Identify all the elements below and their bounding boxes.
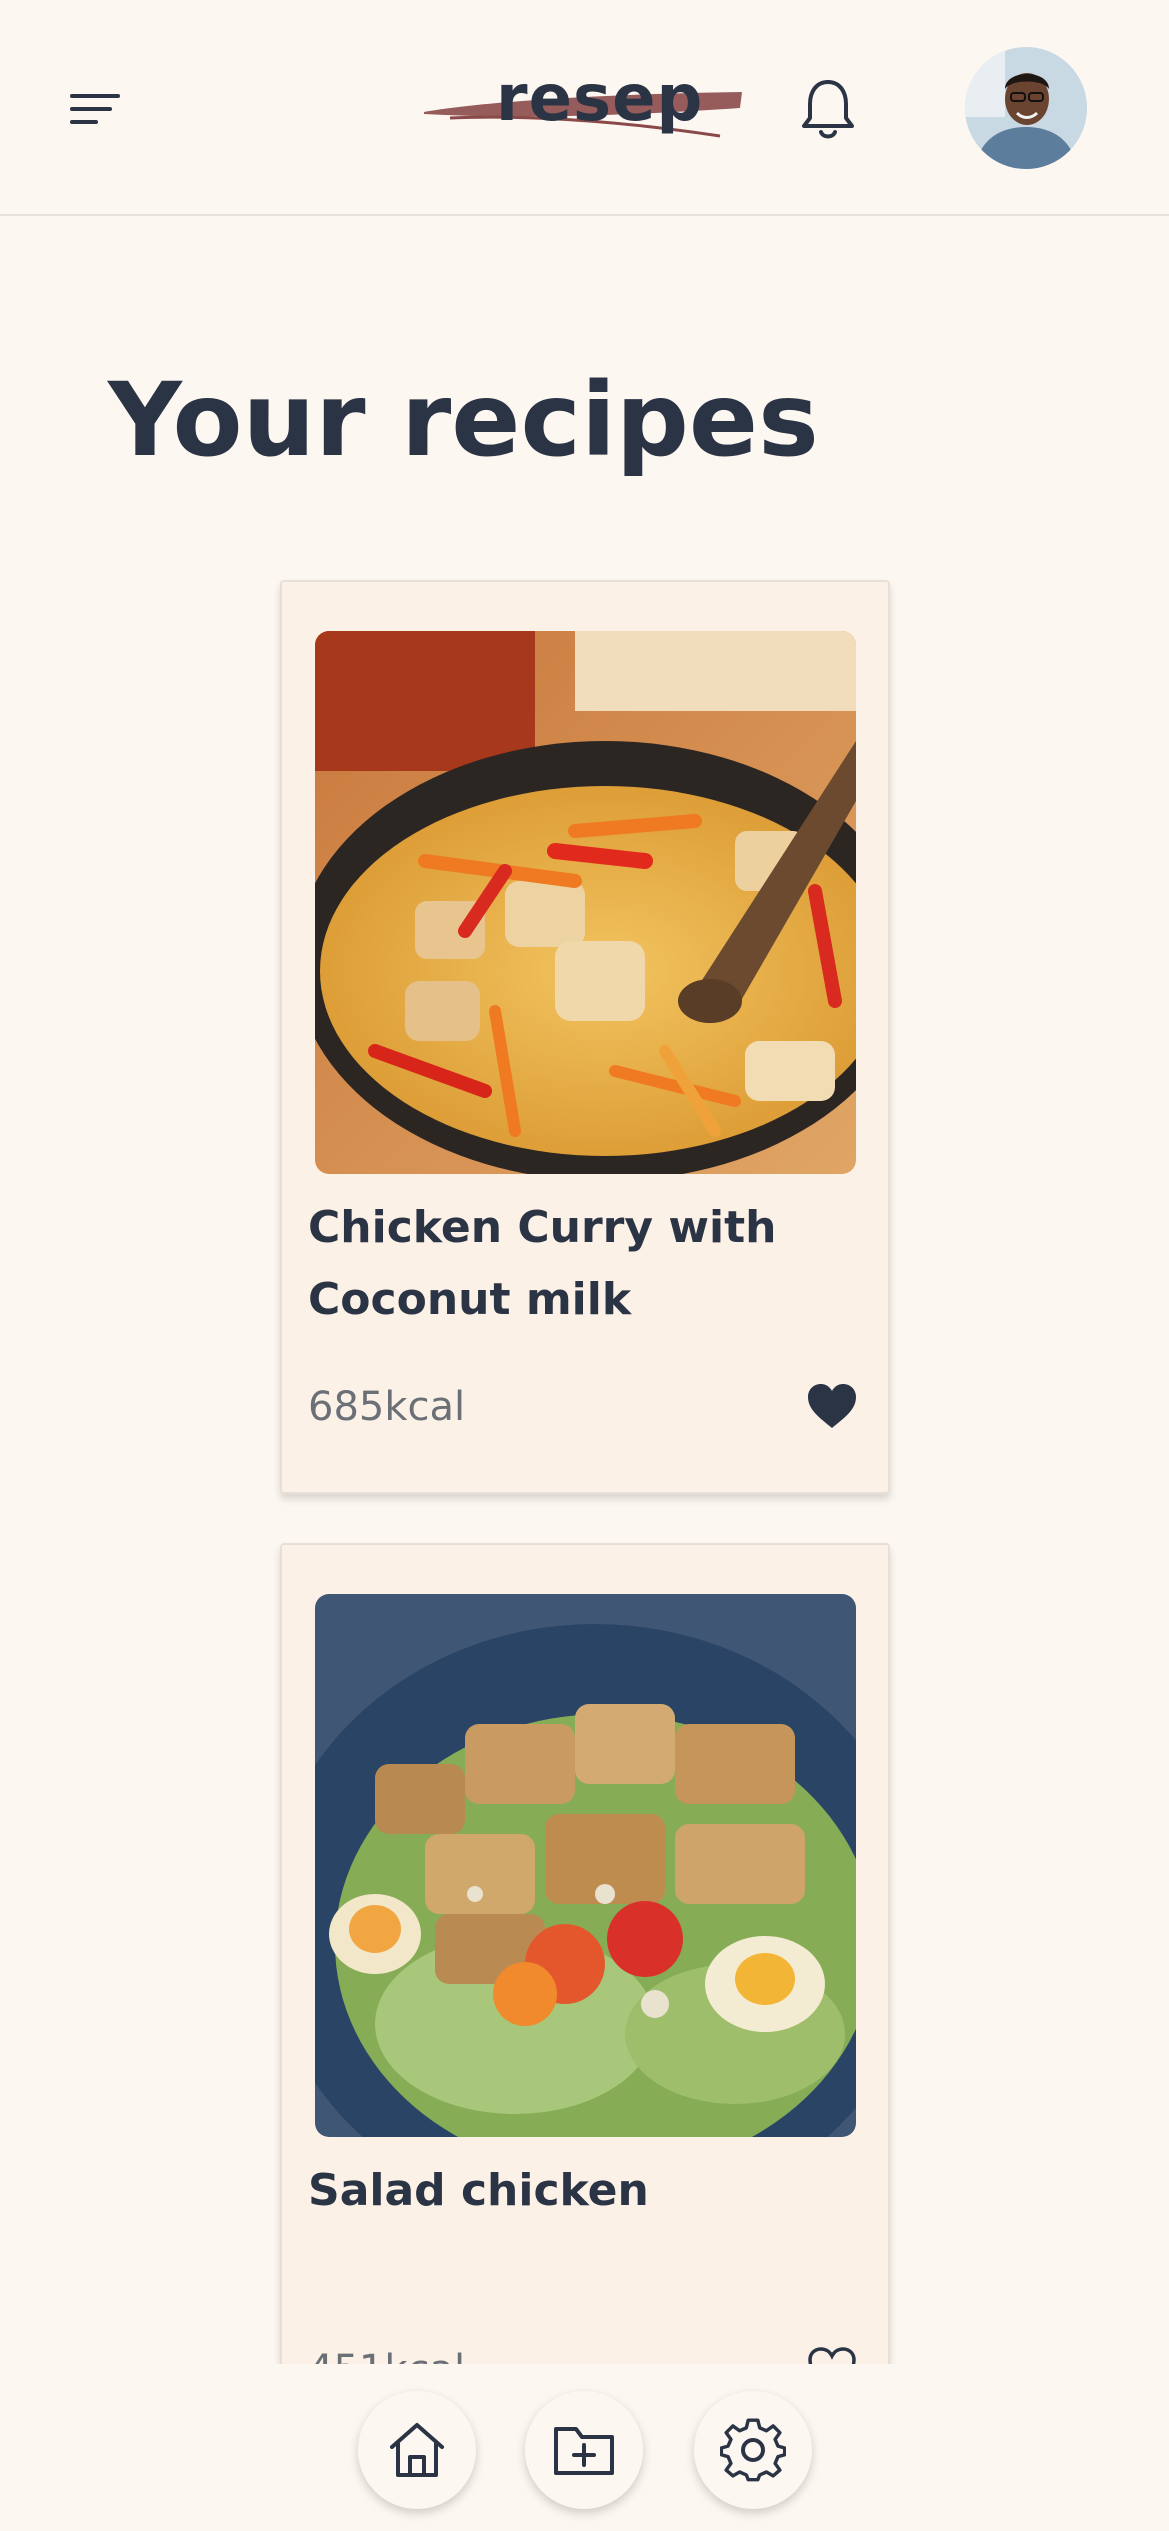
- recipe-title[interactable]: Chicken Curry with Coconut milk: [308, 1192, 848, 1336]
- bell-icon: [802, 80, 854, 139]
- avatar-portrait: [965, 47, 1087, 169]
- menu-button[interactable]: [66, 84, 126, 134]
- recipe-title[interactable]: Salad chicken: [308, 2155, 848, 2227]
- folder-plus-icon: [554, 2427, 614, 2475]
- logo-text: resep: [496, 62, 704, 136]
- user-avatar[interactable]: [965, 47, 1087, 169]
- recipe-image[interactable]: [315, 1594, 856, 2137]
- salad-photo: [315, 1594, 856, 2137]
- gear-icon: [720, 2418, 786, 2482]
- page-title: Your recipes: [108, 361, 819, 480]
- nav-settings-button[interactable]: [694, 2391, 812, 2509]
- heart-filled-icon: [808, 1384, 856, 1428]
- notifications-button[interactable]: [796, 74, 860, 144]
- app-logo[interactable]: resep: [420, 62, 750, 142]
- favorite-button[interactable]: [806, 1382, 858, 1430]
- menu-icon: [70, 94, 120, 124]
- recipe-card[interactable]: Chicken Curry with Coconut milk 685kcal: [280, 580, 890, 1494]
- home-icon: [390, 2423, 444, 2477]
- app-header: resep: [0, 0, 1169, 216]
- nav-add-recipe-button[interactable]: [525, 2391, 643, 2509]
- recipe-card[interactable]: Salad chicken 451kcal: [280, 1543, 890, 2457]
- recipe-calories: 685kcal: [308, 1384, 466, 1430]
- recipe-image[interactable]: [315, 631, 856, 1174]
- nav-home-button[interactable]: [358, 2391, 476, 2509]
- curry-photo: [315, 631, 856, 1174]
